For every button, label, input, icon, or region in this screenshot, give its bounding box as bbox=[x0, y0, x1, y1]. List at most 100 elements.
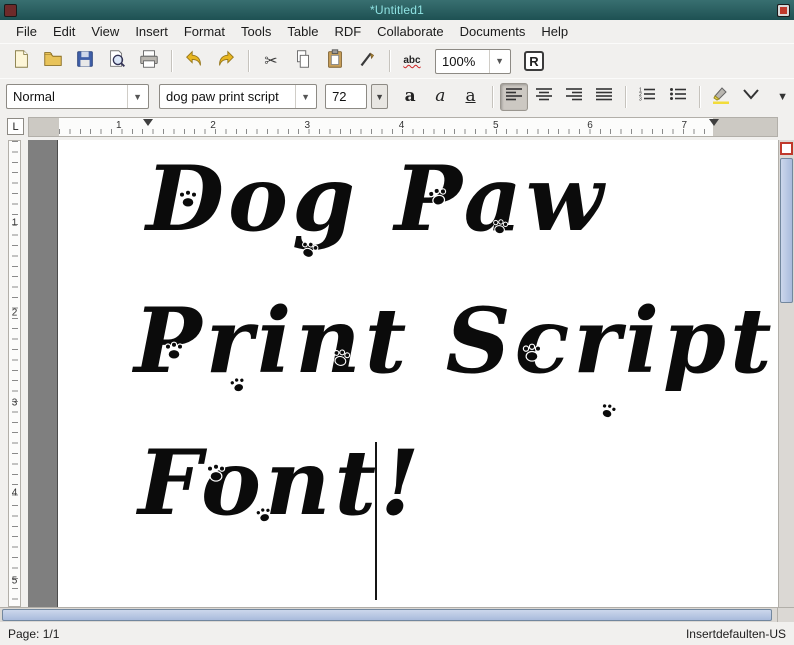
redo-icon bbox=[215, 48, 237, 75]
undo-icon bbox=[183, 48, 205, 75]
copy-icon bbox=[292, 48, 314, 75]
ruler-number: 4 bbox=[398, 120, 405, 131]
new-document-button[interactable] bbox=[6, 47, 36, 75]
menu-view[interactable]: View bbox=[83, 21, 127, 42]
paste-button[interactable] bbox=[320, 47, 350, 75]
zoom-value: 100% bbox=[442, 53, 476, 69]
pen-icon bbox=[356, 48, 378, 75]
zoom-select[interactable]: 100% ▼ bbox=[435, 48, 511, 74]
vertical-scrollbar-thumb[interactable] bbox=[780, 158, 793, 303]
bold-icon: a bbox=[404, 86, 416, 106]
toolbar-separator bbox=[171, 50, 172, 72]
align-justify-button[interactable] bbox=[590, 83, 618, 111]
font-size-input[interactable]: 72 bbox=[325, 84, 368, 109]
align-left-button[interactable] bbox=[499, 82, 528, 111]
indent-marker-left[interactable] bbox=[143, 119, 153, 126]
window-title: *Untitled1 bbox=[369, 3, 425, 17]
menu-collaborate[interactable]: Collaborate bbox=[369, 21, 452, 42]
ruler-number: 2 bbox=[11, 307, 18, 319]
menu-insert[interactable]: Insert bbox=[127, 21, 176, 42]
align-center-button[interactable] bbox=[530, 83, 558, 111]
toolbar-overflow-arrow[interactable]: ▼ bbox=[777, 91, 788, 103]
chevron-down-icon: ▼ bbox=[489, 49, 504, 73]
copy-button[interactable] bbox=[288, 47, 318, 75]
menu-help[interactable]: Help bbox=[533, 21, 576, 42]
undo-button[interactable] bbox=[179, 47, 209, 75]
spellcheck-button[interactable]: abc bbox=[397, 47, 427, 75]
window-menu-button[interactable] bbox=[4, 3, 17, 17]
redo-button[interactable] bbox=[211, 47, 241, 75]
paw-print-icon bbox=[176, 188, 200, 210]
document-text-line: Dog Paw bbox=[146, 146, 608, 252]
titlebar: *Untitled1 bbox=[0, 0, 794, 20]
align-justify-icon bbox=[595, 87, 613, 106]
font-value: dog paw print script bbox=[166, 89, 279, 104]
align-right-button[interactable] bbox=[560, 83, 588, 111]
cut-button[interactable]: ✂ bbox=[256, 47, 286, 75]
toolbar-separator bbox=[248, 50, 249, 72]
document-text-line: Print Script bbox=[134, 288, 776, 394]
italic-button[interactable]: a bbox=[426, 83, 454, 111]
open-folder-icon bbox=[42, 48, 64, 75]
paw-print-icon bbox=[328, 346, 354, 370]
svg-text:3: 3 bbox=[639, 97, 642, 102]
print-preview-button[interactable] bbox=[102, 47, 132, 75]
paw-print-icon bbox=[162, 340, 186, 362]
numbered-list-button[interactable]: 123 bbox=[633, 83, 661, 111]
print-button[interactable] bbox=[134, 47, 164, 75]
ruler-number: 3 bbox=[304, 120, 311, 131]
horizontal-scrollbar-thumb[interactable] bbox=[2, 609, 772, 621]
bullet-list-button[interactable] bbox=[664, 83, 692, 111]
align-center-icon bbox=[535, 87, 553, 106]
menu-documents[interactable]: Documents bbox=[452, 21, 534, 42]
bold-button[interactable]: a bbox=[396, 83, 424, 111]
style-select[interactable]: Normal ▼ bbox=[6, 84, 150, 109]
format-painter-button[interactable] bbox=[352, 47, 382, 75]
document-page[interactable]: Dog Paw Print Script Font! bbox=[57, 140, 778, 607]
chevron-down-icon: ▼ bbox=[295, 85, 310, 108]
numbered-list-icon: 123 bbox=[638, 87, 656, 106]
highlight-button[interactable] bbox=[707, 83, 735, 111]
style-value: Normal bbox=[13, 89, 55, 104]
paw-print-icon bbox=[520, 342, 544, 364]
indent-marker-right[interactable] bbox=[709, 119, 719, 126]
menu-file[interactable]: File bbox=[8, 21, 45, 42]
vertical-ruler[interactable]: 1 2 3 4 5 bbox=[0, 140, 28, 607]
statusbar: Page: 1/1 Insertdefaulten-US bbox=[0, 622, 794, 645]
open-button[interactable] bbox=[38, 47, 68, 75]
vertical-scrollbar[interactable] bbox=[778, 140, 794, 607]
ruler-row: L 1 2 3 4 5 6 7 bbox=[0, 114, 794, 140]
font-size-dropdown-button[interactable]: ▼ bbox=[371, 84, 389, 109]
save-button[interactable] bbox=[70, 47, 100, 75]
font-select[interactable]: dog paw print script ▼ bbox=[159, 84, 318, 109]
ruler-number: 1 bbox=[11, 217, 18, 229]
ruler-number: 1 bbox=[115, 120, 122, 131]
menu-tools[interactable]: Tools bbox=[233, 21, 279, 42]
font-size-value: 72 bbox=[332, 89, 347, 104]
scrollbar-corner bbox=[777, 608, 794, 622]
menu-table[interactable]: Table bbox=[279, 21, 326, 42]
chevron-down-icon: ▼ bbox=[375, 91, 385, 102]
horizontal-scrollbar[interactable] bbox=[0, 607, 794, 622]
paw-print-icon bbox=[204, 462, 228, 484]
toolbar-separator bbox=[698, 85, 700, 108]
spellcheck-icon: abc bbox=[403, 55, 421, 66]
underline-button[interactable]: a bbox=[456, 83, 484, 111]
menu-format[interactable]: Format bbox=[176, 21, 233, 42]
print-preview-icon bbox=[106, 48, 128, 75]
ruler-number: 3 bbox=[11, 397, 18, 409]
page-indicator: Page: 1/1 bbox=[8, 626, 60, 641]
standard-toolbar: ✂ abc 100% ▼ R bbox=[0, 43, 794, 78]
document-canvas: Dog Paw Print Script Font! bbox=[28, 140, 778, 607]
menu-rdf[interactable]: RDF bbox=[326, 21, 369, 42]
ruler-number: 5 bbox=[11, 575, 18, 587]
tab-stop-selector[interactable]: L bbox=[7, 118, 24, 135]
close-button[interactable] bbox=[777, 3, 790, 17]
ruler-right-margin bbox=[713, 118, 777, 136]
menu-edit[interactable]: Edit bbox=[45, 21, 83, 42]
scrollbar-top-button[interactable] bbox=[780, 142, 793, 155]
ruler-ticks bbox=[12, 141, 18, 606]
horizontal-ruler[interactable]: 1 2 3 4 5 6 7 bbox=[28, 117, 778, 137]
rdf-button[interactable]: R bbox=[519, 47, 549, 75]
toolbar-more-button[interactable] bbox=[737, 83, 765, 111]
